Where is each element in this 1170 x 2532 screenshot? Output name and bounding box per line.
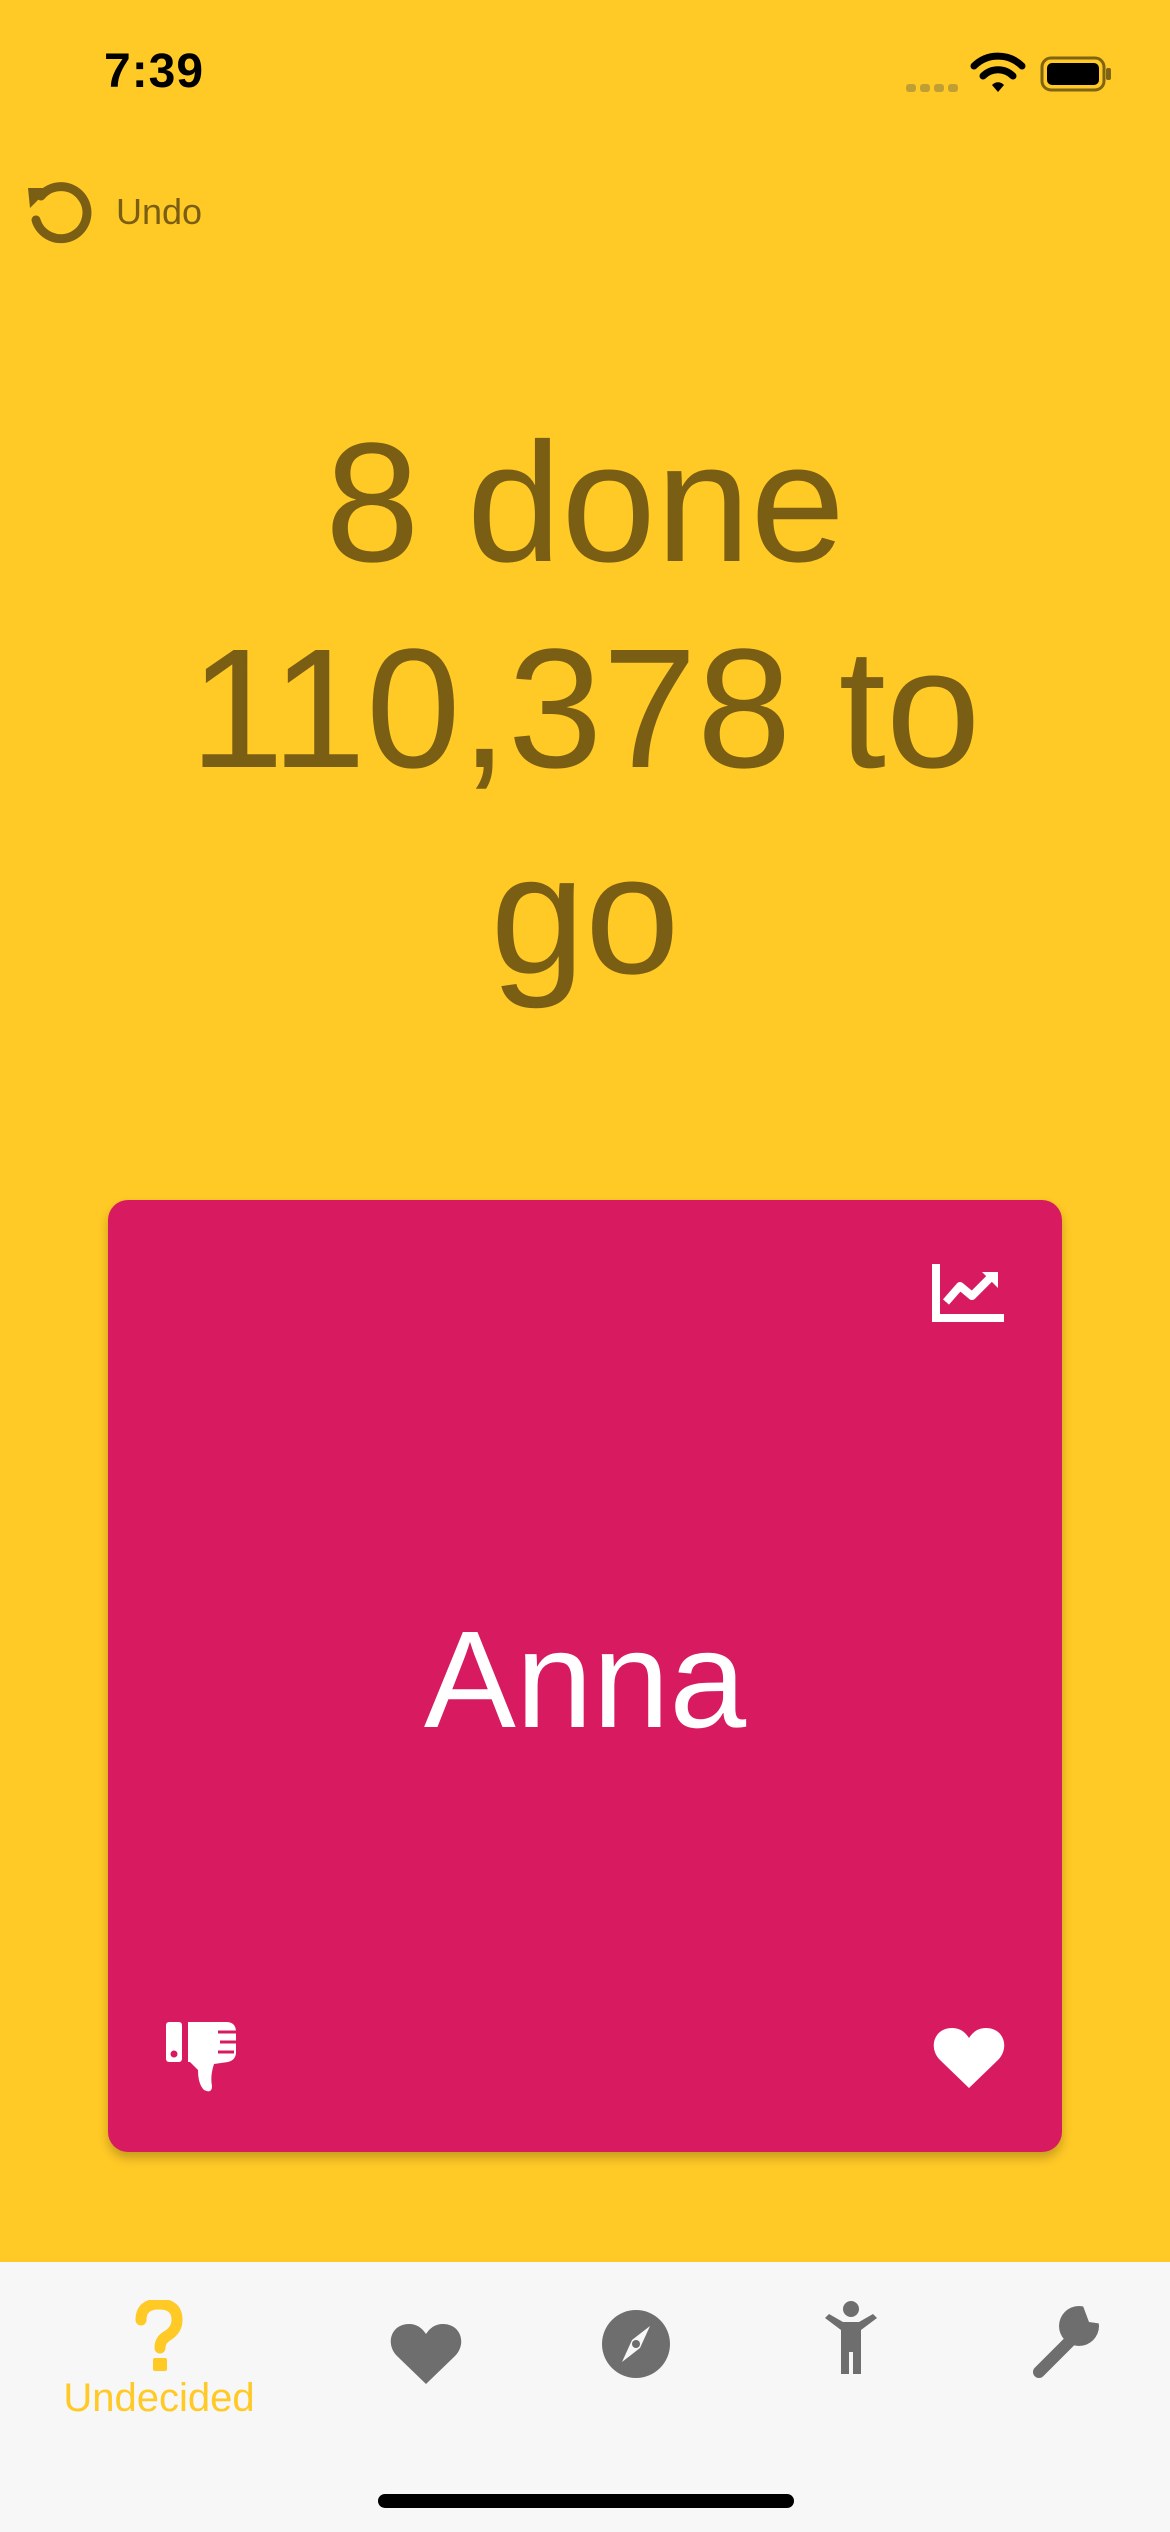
tab-bar: Undecided xyxy=(0,2262,1170,2532)
undo-label: Undo xyxy=(116,191,203,232)
tab-favorites[interactable] xyxy=(309,2262,543,2442)
baby-name: Anna xyxy=(423,1603,747,1757)
trending-chart-icon[interactable] xyxy=(932,1262,1006,1322)
home-indicator xyxy=(378,2494,794,2508)
heart-like-icon[interactable] xyxy=(932,2024,1006,2090)
undo-button[interactable]: Undo xyxy=(22,170,202,254)
cellular-signal-icon xyxy=(906,84,958,92)
tab-undecided[interactable]: Undecided xyxy=(42,2262,276,2442)
wrench-icon xyxy=(1033,2306,1103,2378)
battery-icon xyxy=(1040,56,1111,92)
name-card[interactable]: Anna xyxy=(108,1200,1062,2152)
heart-icon xyxy=(390,2324,462,2384)
progress-text: 8 done 110,378 to go xyxy=(60,400,1110,1018)
wifi-icon xyxy=(970,52,1026,92)
tab-settings[interactable] xyxy=(948,2262,1170,2442)
done-count: 8 done xyxy=(325,408,845,598)
remaining-count-line1: 110,378 to xyxy=(189,614,981,804)
undo-icon xyxy=(28,182,92,244)
thumbs-down-icon[interactable] xyxy=(164,2018,240,2094)
tab-explore[interactable] xyxy=(519,2262,753,2442)
question-icon xyxy=(135,2300,183,2371)
remaining-count-line2: go xyxy=(490,820,680,1010)
child-icon xyxy=(825,2301,877,2374)
status-bar: 7:39 xyxy=(0,0,1170,150)
tab-label-undecided: Undecided xyxy=(63,2376,255,2420)
tab-kids[interactable] xyxy=(734,2262,968,2442)
compass-icon xyxy=(602,2310,670,2378)
status-time: 7:39 xyxy=(104,45,205,98)
